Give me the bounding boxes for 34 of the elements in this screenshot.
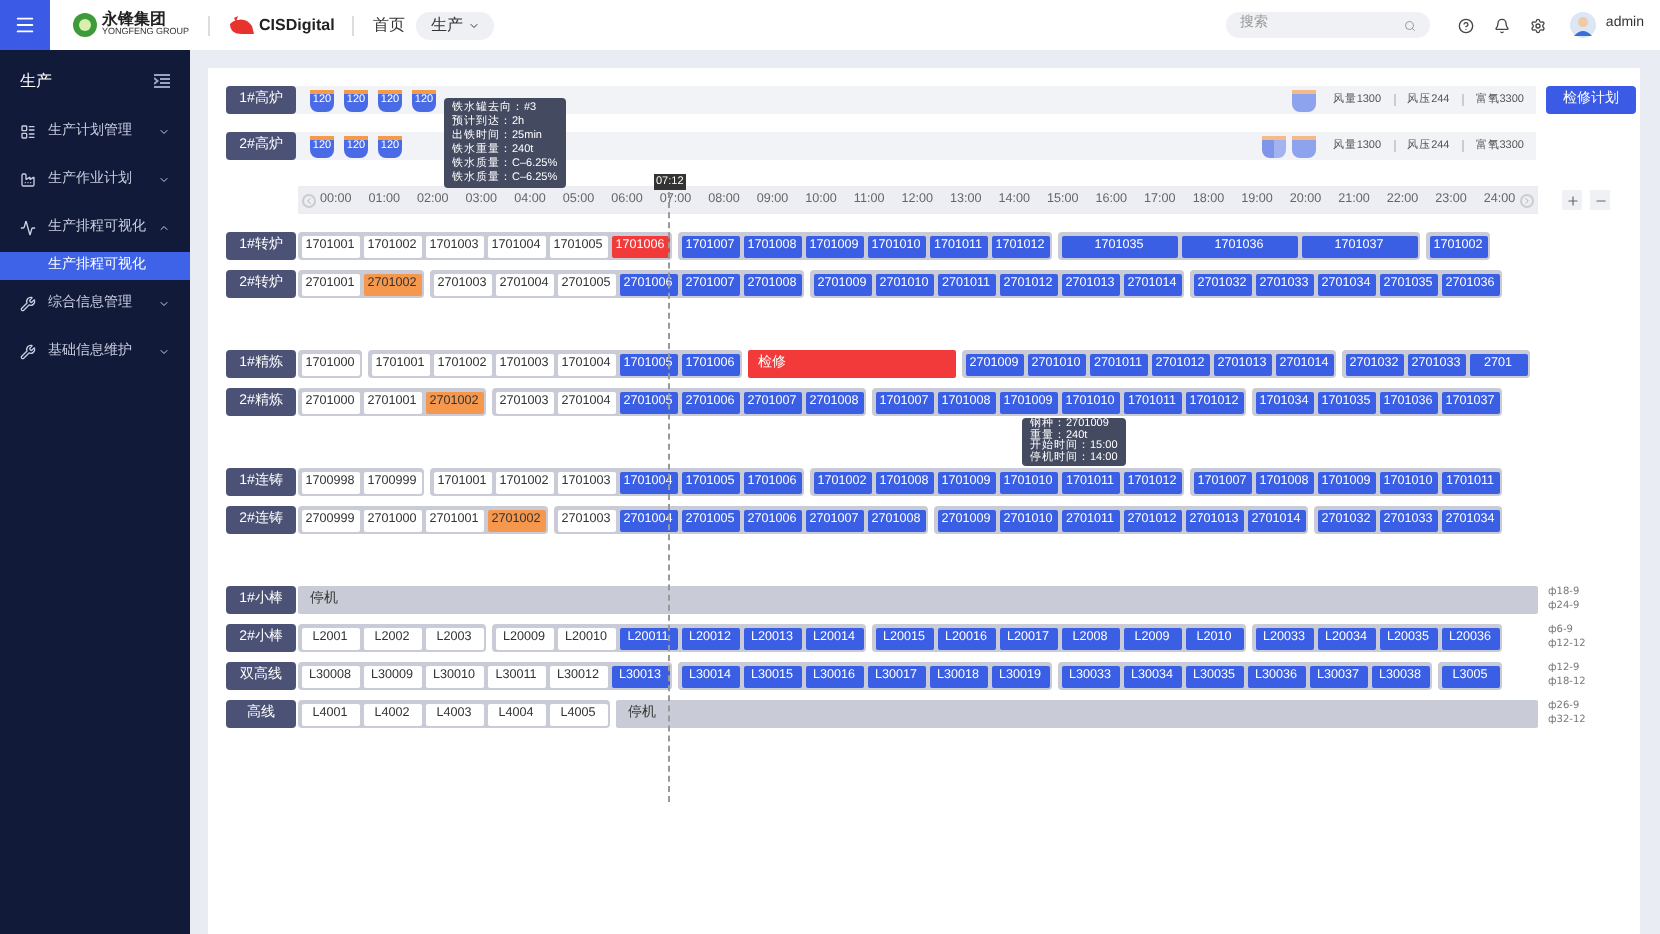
scroll-right-icon[interactable] [1520,193,1534,207]
avatar-icon[interactable] [1569,12,1596,38]
caret-icon [158,346,170,358]
bell-icon[interactable] [1493,17,1510,33]
caret-icon [158,222,170,234]
plus-icon [1565,193,1579,207]
ladle-icon[interactable] [1262,135,1287,157]
brand-name: CISDigital [259,13,335,37]
factory-icon [20,172,36,188]
ladle-icon[interactable] [1292,89,1317,111]
caret-icon [468,19,481,31]
chart-icon [20,220,36,236]
menu-icon [14,14,36,36]
scroll-left-icon[interactable] [302,193,316,207]
nav-link[interactable]: 首页 [372,13,405,37]
menu-button[interactable] [0,0,50,50]
logo-text: 永锋集团 [102,12,166,29]
zoom-out-button[interactable] [1590,190,1610,210]
caret-icon [158,126,170,138]
nav-dropdown[interactable]: 生产 [416,11,495,39]
collapse-icon[interactable] [154,74,170,88]
caret-icon [158,298,170,310]
help-icon[interactable] [1457,17,1474,33]
caret-icon [158,174,170,186]
list-icon [20,124,36,140]
sidebar-title: 生产 [20,69,52,93]
zoom-in-button[interactable] [1562,190,1582,210]
logo-icon [72,12,98,38]
search-icon[interactable] [1403,19,1416,31]
wrench-icon [20,296,36,312]
settings-icon[interactable] [1529,17,1546,33]
ladle-icon[interactable] [1292,135,1317,157]
whale-logo-icon [227,14,256,36]
wrench-icon [20,344,36,360]
